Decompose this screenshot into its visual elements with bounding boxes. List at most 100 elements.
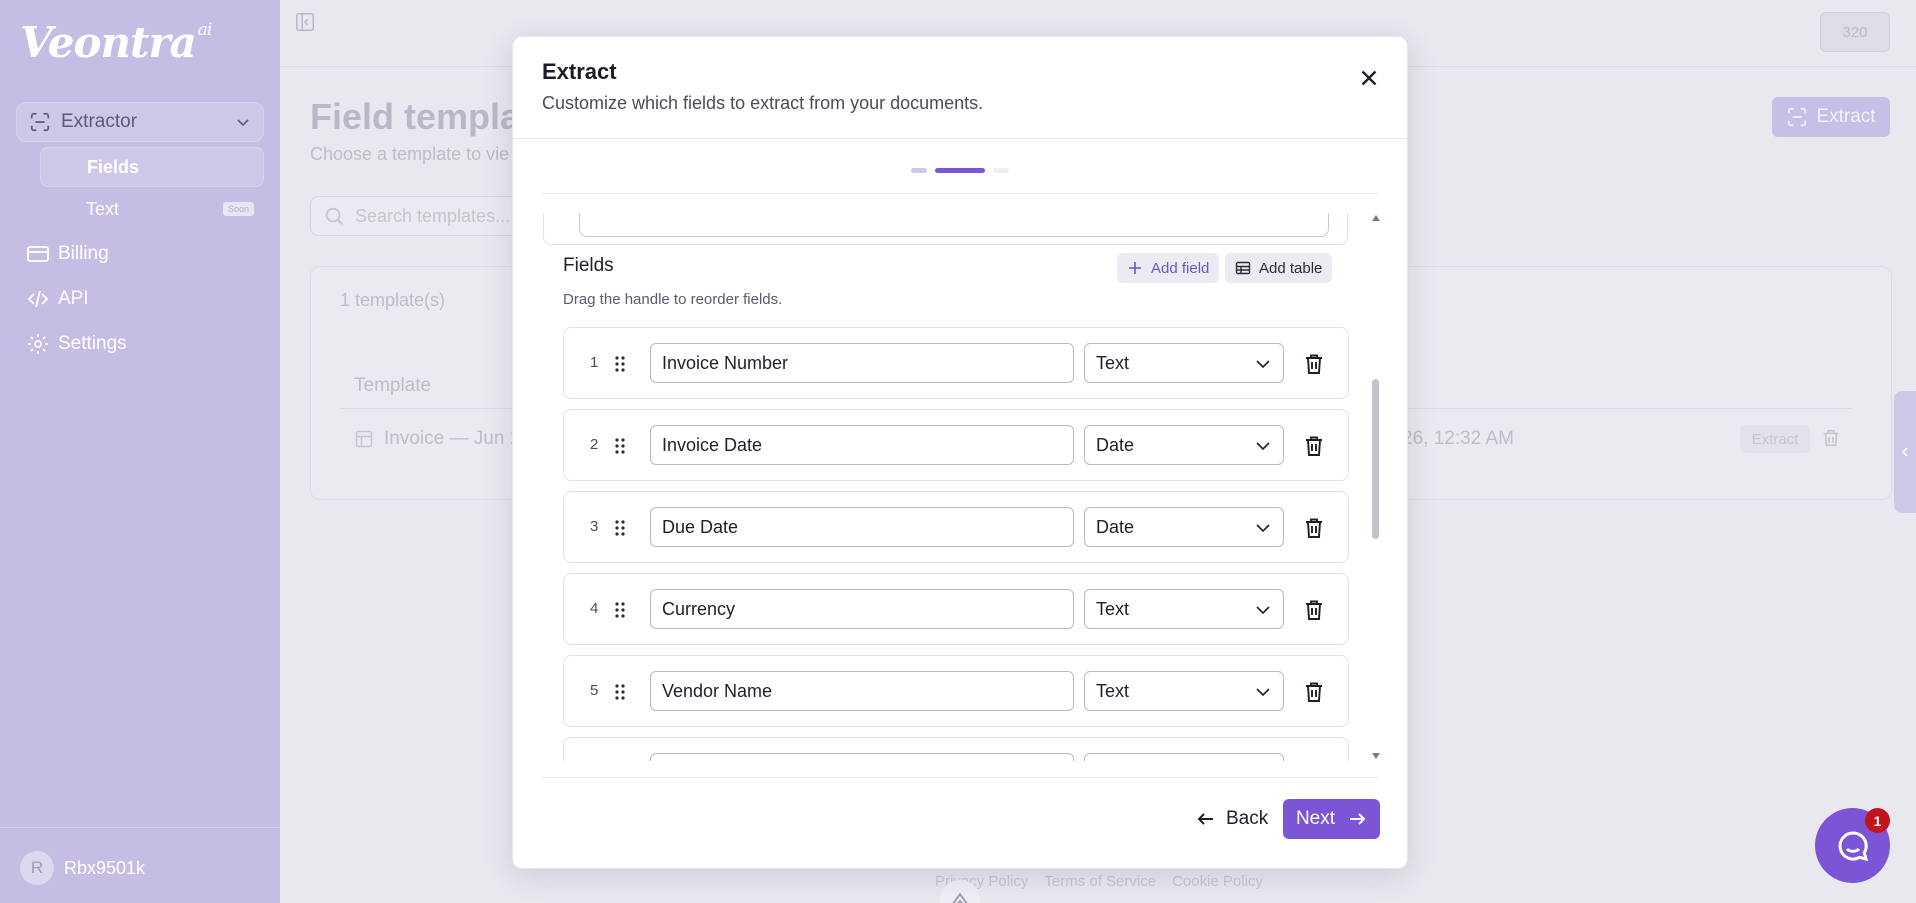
code-icon xyxy=(27,290,49,308)
search-input[interactable]: Search templates... xyxy=(310,196,530,236)
field-type-select[interactable]: Text xyxy=(1084,343,1284,383)
extract-modal: Extract Customize which fields to extrac… xyxy=(512,36,1408,869)
sidebar-item-settings[interactable]: Settings xyxy=(26,329,127,359)
field-name-input[interactable]: Invoice Number xyxy=(650,343,1074,383)
field-type-value: Text xyxy=(1096,680,1130,701)
field-name-input[interactable]: Invoice Date xyxy=(650,425,1074,465)
field-type-value: Date xyxy=(1096,516,1135,537)
trash-icon[interactable] xyxy=(1304,353,1324,375)
user-menu[interactable]: R Rbx9501k xyxy=(20,851,145,885)
sidebar-toggle-icon[interactable] xyxy=(294,11,316,33)
divider xyxy=(513,138,1407,139)
terms-link[interactable]: Terms of Service xyxy=(1044,873,1156,890)
trash-icon[interactable] xyxy=(1820,427,1842,449)
field-name-input[interactable]: Currency xyxy=(650,589,1074,629)
add-table-button[interactable]: Add table xyxy=(1225,253,1333,283)
sidebar-item-fields[interactable]: Fields xyxy=(40,147,264,187)
field-type-select[interactable]: Text xyxy=(1084,589,1284,629)
search-placeholder: Search templates... xyxy=(355,205,511,226)
back-label: Back xyxy=(1226,808,1269,829)
field-row[interactable]: 2 Invoice Date Date xyxy=(563,409,1349,481)
sidebar-item-label: Text xyxy=(86,198,120,219)
drag-handle-icon[interactable] xyxy=(614,355,626,373)
divider xyxy=(542,777,1378,778)
template-count: 1 template(s) xyxy=(340,290,446,310)
table-row[interactable]: Invoice — Jun 17 xyxy=(354,428,531,450)
fields-scroll-area[interactable]: Fields Drag the handle to reorder fields… xyxy=(543,213,1365,761)
template-name: Invoice — Jun 17 xyxy=(384,428,531,449)
cookie-link[interactable]: Cookie Policy xyxy=(1172,873,1263,890)
drag-handle-icon[interactable] xyxy=(614,683,626,701)
field-type-select[interactable]: Text xyxy=(1084,671,1284,711)
next-label: Next xyxy=(1295,808,1336,829)
scroll-down-arrow[interactable] xyxy=(1372,753,1380,759)
next-button[interactable]: Next xyxy=(1283,799,1380,839)
field-name-input[interactable]: Due Date xyxy=(650,507,1074,547)
chevron-down-icon xyxy=(237,119,249,127)
sidebar-item-label: Settings xyxy=(58,333,127,354)
field-type-value: Text xyxy=(1096,352,1130,373)
step-indicator xyxy=(911,168,1009,173)
search-icon xyxy=(325,207,343,225)
trash-icon[interactable] xyxy=(1304,517,1324,539)
trash-icon[interactable] xyxy=(1304,681,1324,703)
field-row[interactable] xyxy=(563,737,1349,761)
scrollbar[interactable] xyxy=(1371,213,1381,761)
footer-logo-icon xyxy=(940,880,980,903)
side-panel-toggle[interactable] xyxy=(1894,391,1916,513)
close-icon[interactable] xyxy=(1356,65,1382,91)
scroll-up-arrow[interactable] xyxy=(1372,215,1380,221)
drag-handle-icon[interactable] xyxy=(614,601,626,619)
row-extract-button[interactable]: Extract xyxy=(1740,425,1810,453)
field-type-select[interactable] xyxy=(1084,753,1284,761)
previous-input[interactable] xyxy=(579,213,1329,237)
arrow-right-icon xyxy=(1350,813,1366,825)
soon-badge: Soon xyxy=(222,202,254,216)
field-type-value: Date xyxy=(1096,434,1135,455)
app-logo[interactable]: Veontra ai xyxy=(20,18,212,67)
field-row[interactable]: 5 Vendor Name Text xyxy=(563,655,1349,727)
step-3[interactable] xyxy=(993,168,1009,173)
step-2[interactable] xyxy=(935,168,985,173)
field-name-input[interactable]: Vendor Name xyxy=(650,671,1074,711)
sidebar-item-api[interactable]: API xyxy=(26,284,89,314)
field-row[interactable]: 4 Currency Text xyxy=(563,573,1349,645)
sidebar-item-label: API xyxy=(58,288,89,309)
field-type-select[interactable]: Date xyxy=(1084,507,1284,547)
sidebar-item-billing[interactable]: Billing xyxy=(26,239,109,269)
field-name-input[interactable] xyxy=(650,753,1074,761)
template-date: 26, 12:32 AM xyxy=(1402,428,1514,449)
gear-icon xyxy=(28,334,48,354)
step-1[interactable] xyxy=(911,168,927,173)
field-row[interactable]: 3 Due Date Date xyxy=(563,491,1349,563)
sidebar-item-label: Billing xyxy=(58,243,109,264)
trash-icon[interactable] xyxy=(1304,435,1324,457)
extract-button[interactable]: Extract xyxy=(1772,97,1890,137)
fields-heading: Fields xyxy=(563,255,614,276)
page-subtitle: Choose a template to vie xyxy=(310,144,510,164)
sidebar: Veontra ai Extractor Fields Text Soon Bil… xyxy=(0,0,280,903)
extract-button-label: Extract xyxy=(1816,106,1876,127)
credits-badge[interactable]: 320 xyxy=(1820,12,1890,52)
sidebar-item-text[interactable]: Text Soon xyxy=(40,189,264,229)
scan-icon xyxy=(1788,107,1807,127)
user-name: Rbx9501k xyxy=(64,857,146,878)
scrollbar-thumb[interactable] xyxy=(1372,379,1379,539)
avatar: R xyxy=(20,851,54,885)
sidebar-item-extractor[interactable]: Extractor xyxy=(16,102,264,142)
sidebar-item-label: Fields xyxy=(87,156,140,177)
drag-handle-icon[interactable] xyxy=(614,437,626,455)
back-button[interactable]: Back xyxy=(1188,799,1276,839)
credit-card-icon xyxy=(27,246,49,262)
chat-icon xyxy=(1838,830,1868,861)
column-header-template: Template xyxy=(354,375,432,396)
modal-description: Customize which fields to extract from y… xyxy=(542,93,984,113)
field-type-select[interactable]: Date xyxy=(1084,425,1284,465)
fields-hint: Drag the handle to reorder fields. xyxy=(563,291,783,308)
drag-handle-icon[interactable] xyxy=(614,519,626,537)
field-number: 4 xyxy=(590,600,599,617)
footer-links: Privacy Policy Terms of Service Cookie P… xyxy=(935,873,1263,890)
add-field-button[interactable]: Add field xyxy=(1117,253,1220,283)
trash-icon[interactable] xyxy=(1304,599,1324,621)
field-row[interactable]: 1 Invoice Number Text xyxy=(563,327,1349,399)
